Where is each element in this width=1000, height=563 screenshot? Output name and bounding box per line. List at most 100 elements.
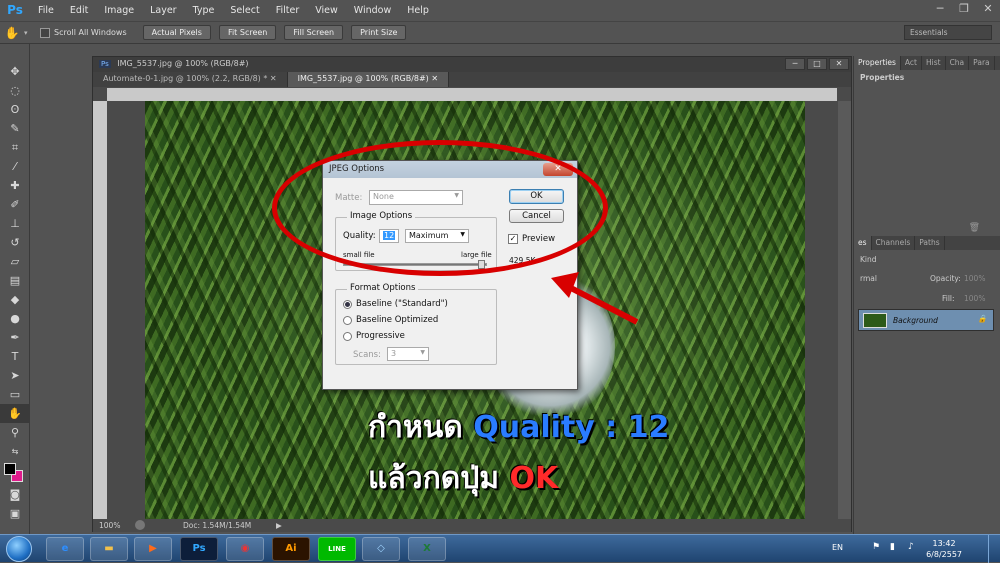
actual-pixels-button[interactable]: Actual Pixels bbox=[142, 25, 211, 40]
quick-select-tool-icon[interactable]: ✎ bbox=[0, 119, 30, 138]
scans-label: Scans: bbox=[353, 350, 381, 360]
brush-tool-icon[interactable]: ✐ bbox=[0, 195, 30, 214]
menu-filter[interactable]: Filter bbox=[269, 5, 309, 16]
zoom-level[interactable]: 100% bbox=[99, 521, 120, 530]
foreground-color-swatch[interactable] bbox=[4, 463, 16, 475]
eraser-tool-icon[interactable]: ▱ bbox=[0, 252, 30, 271]
quick-mask-icon[interactable]: ◙ bbox=[0, 485, 30, 504]
scans-select[interactable]: 3 ▼ bbox=[387, 347, 429, 361]
photoshop-taskbar-icon[interactable]: Ps bbox=[180, 537, 218, 561]
tab-img-5537[interactable]: IMG_5537.jpg @ 100% (RGB/8#) ✕ bbox=[287, 72, 450, 87]
trash-icon[interactable]: 🗑 bbox=[969, 223, 980, 233]
show-desktop-button[interactable] bbox=[988, 535, 1000, 563]
screen-mode-icon[interactable]: ▣ bbox=[0, 504, 30, 523]
menu-edit[interactable]: Edit bbox=[63, 5, 97, 16]
shape-tool-icon[interactable]: ▭ bbox=[0, 385, 30, 404]
fill-field[interactable]: 100% bbox=[958, 291, 991, 306]
properties-tabs: Properties Act Hist Cha Para bbox=[854, 56, 1000, 70]
pen-tool-icon[interactable]: ✒ bbox=[0, 328, 30, 347]
line-taskbar-icon[interactable]: LINE bbox=[318, 537, 356, 561]
vertical-ruler bbox=[93, 101, 107, 521]
illustrator-taskbar-icon[interactable]: Ai bbox=[272, 537, 310, 561]
blend-mode-select[interactable]: rmal bbox=[854, 271, 883, 286]
path-select-tool-icon[interactable]: ➤ bbox=[0, 366, 30, 385]
tab-properties[interactable]: Properties bbox=[854, 56, 901, 70]
explorer-icon[interactable]: ▬ bbox=[90, 537, 128, 561]
vertical-scrollbar[interactable] bbox=[838, 101, 851, 519]
status-menu-arrow-icon[interactable]: ▶ bbox=[276, 521, 282, 530]
tab-channels[interactable]: Channels bbox=[872, 236, 916, 250]
media-player-icon[interactable]: ▶ bbox=[134, 537, 172, 561]
status-icon[interactable] bbox=[135, 520, 145, 530]
stamp-tool-icon[interactable]: ⊥ bbox=[0, 214, 30, 233]
system-clock[interactable]: 13:42 6/8/2557 bbox=[926, 538, 962, 560]
opacity-field[interactable]: 100% bbox=[958, 271, 991, 286]
tab-paths[interactable]: Paths bbox=[915, 236, 945, 250]
workspace-select[interactable]: Essentials bbox=[904, 25, 992, 40]
menu-view[interactable]: View bbox=[308, 5, 347, 16]
color-swatches[interactable] bbox=[0, 461, 29, 485]
menu-window[interactable]: Window bbox=[347, 5, 400, 16]
tray-flag-icon[interactable]: ⚑ bbox=[872, 542, 880, 552]
tab-channels-mini[interactable]: Cha bbox=[946, 56, 970, 70]
doc-close-icon[interactable]: ✕ bbox=[829, 58, 849, 70]
swap-colors-icon[interactable]: ⇆ bbox=[0, 442, 30, 461]
tab-close-icon[interactable]: ✕ bbox=[431, 74, 438, 83]
chrome-icon[interactable]: ◉ bbox=[226, 537, 264, 561]
doc-minimize-icon[interactable]: ─ bbox=[785, 58, 805, 70]
layer-kind-filter[interactable]: Kind bbox=[854, 252, 883, 267]
clock-time: 13:42 bbox=[932, 539, 956, 548]
tab-automate[interactable]: Automate-0-1.jpg @ 100% (2.2, RGB/8) * ✕ bbox=[93, 72, 288, 87]
network-icon[interactable]: ▮ bbox=[890, 542, 895, 552]
eyedropper-tool-icon[interactable]: ⁄ bbox=[0, 157, 30, 176]
minimize-icon[interactable]: ─ bbox=[928, 0, 952, 18]
volume-icon[interactable]: ♪ bbox=[908, 542, 914, 552]
print-size-button[interactable]: Print Size bbox=[351, 25, 407, 40]
radio-baseline-standard[interactable] bbox=[343, 300, 352, 309]
chevron-down-icon[interactable]: ▾ bbox=[24, 29, 34, 37]
doc-maximize-icon[interactable]: □ bbox=[807, 58, 827, 70]
excel-icon[interactable]: X bbox=[408, 537, 446, 561]
menu-file[interactable]: File bbox=[31, 5, 63, 16]
hand-tool-icon[interactable]: ✋ bbox=[0, 26, 24, 40]
gradient-tool-icon[interactable]: ▤ bbox=[0, 271, 30, 290]
hand-tool-icon[interactable]: ✋ bbox=[0, 404, 30, 423]
menu-layer[interactable]: Layer bbox=[143, 5, 186, 16]
tab-close-icon[interactable]: ✕ bbox=[270, 74, 277, 83]
menu-select[interactable]: Select bbox=[223, 5, 268, 16]
dodge-tool-icon[interactable]: ● bbox=[0, 309, 30, 328]
window-app-icon[interactable]: ◇ bbox=[362, 537, 400, 561]
fill-screen-button[interactable]: Fill Screen bbox=[284, 25, 344, 40]
restore-icon[interactable]: ❐ bbox=[952, 0, 976, 18]
annotation-line-1: กำหนด Quality : 12 bbox=[368, 404, 669, 451]
healing-tool-icon[interactable]: ✚ bbox=[0, 176, 30, 195]
language-indicator[interactable]: EN bbox=[832, 543, 843, 552]
marquee-tool-icon[interactable]: ◌ bbox=[0, 81, 30, 100]
history-brush-icon[interactable]: ↺ bbox=[0, 233, 30, 252]
radio-progressive[interactable] bbox=[343, 332, 352, 341]
arrow-shaft bbox=[565, 283, 639, 325]
close-icon[interactable]: ✕ bbox=[976, 0, 1000, 18]
tab-layers[interactable]: es bbox=[854, 236, 872, 250]
menu-help[interactable]: Help bbox=[400, 5, 438, 16]
type-tool-icon[interactable]: T bbox=[0, 347, 30, 366]
document-window-controls: ─ □ ✕ bbox=[785, 58, 849, 70]
annotation-1-prefix: กำหนด bbox=[368, 410, 474, 445]
fit-screen-button[interactable]: Fit Screen bbox=[218, 25, 277, 40]
menu-image[interactable]: Image bbox=[97, 5, 143, 16]
menu-type[interactable]: Type bbox=[186, 5, 224, 16]
radio-baseline-optimized[interactable] bbox=[343, 316, 352, 325]
crop-tool-icon[interactable]: ⌗ bbox=[0, 138, 30, 157]
tab-history[interactable]: Hist bbox=[922, 56, 946, 70]
lasso-tool-icon[interactable]: ʘ bbox=[0, 100, 30, 119]
move-tool-icon[interactable]: ✥ bbox=[0, 62, 30, 81]
tab-actions[interactable]: Act bbox=[901, 56, 922, 70]
layer-row-background[interactable]: Background 🔒 bbox=[858, 309, 994, 331]
blur-tool-icon[interactable]: ◆ bbox=[0, 290, 30, 309]
scroll-all-checkbox[interactable] bbox=[40, 27, 50, 38]
tab-paragraph[interactable]: Para bbox=[969, 56, 995, 70]
zoom-tool-icon[interactable]: ⚲ bbox=[0, 423, 30, 442]
start-button[interactable] bbox=[6, 536, 32, 562]
windows-taskbar: e ▬ ▶ Ps ◉ Ai LINE ◇ X EN ⚑ ▮ ♪ 13:42 6/… bbox=[0, 534, 1000, 563]
ie-icon[interactable]: e bbox=[46, 537, 84, 561]
